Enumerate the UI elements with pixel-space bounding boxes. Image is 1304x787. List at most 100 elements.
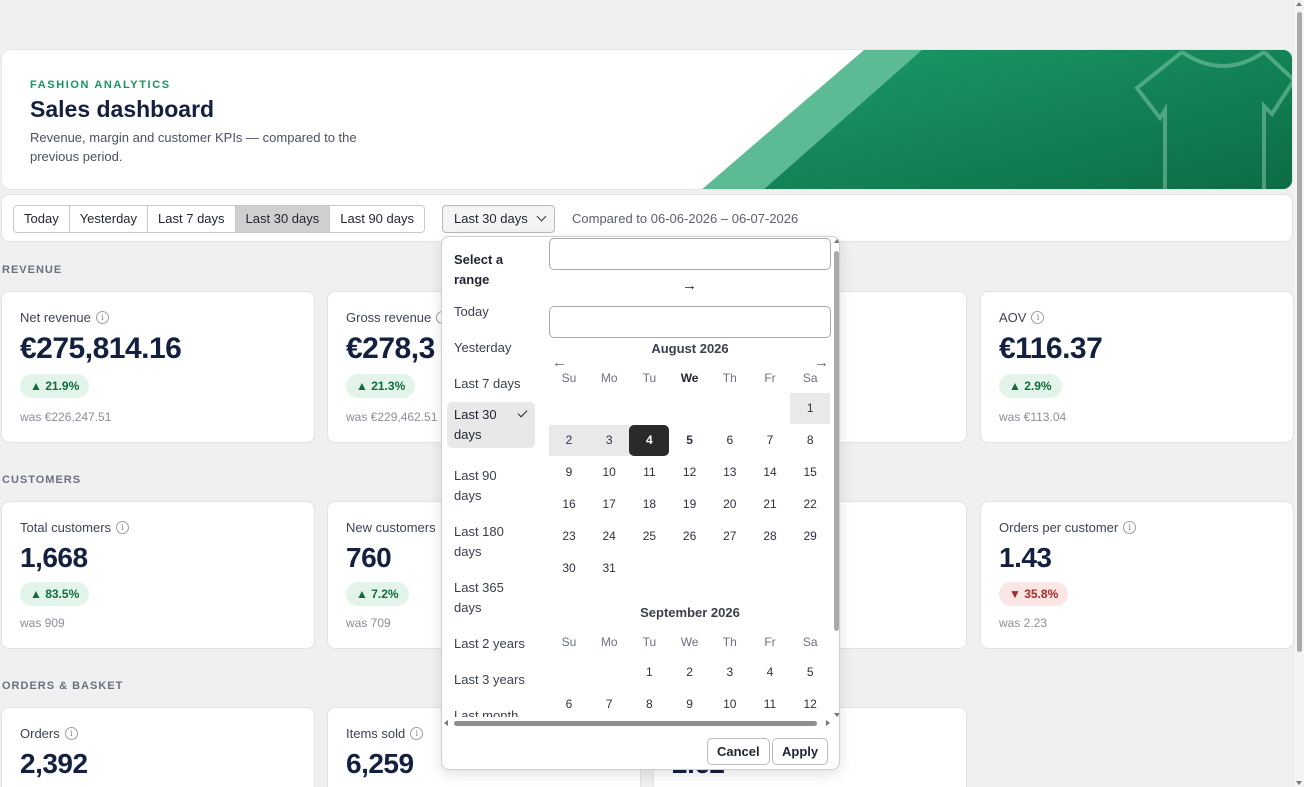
calendar-day[interactable]: 3 — [710, 657, 750, 688]
calendar-day[interactable]: 2 — [549, 425, 589, 456]
calendar-day[interactable]: 11 — [629, 457, 669, 488]
calendar-day[interactable]: 23 — [549, 521, 589, 552]
cancel-button[interactable]: Cancel — [707, 738, 770, 765]
scroll-up-arrow-icon[interactable] — [834, 239, 839, 243]
apply-button[interactable]: Apply — [772, 738, 829, 765]
calendar-day[interactable]: 10 — [710, 689, 750, 717]
page-scroll-thumb[interactable] — [1297, 12, 1302, 652]
preset-yesterday[interactable]: Yesterday — [447, 335, 535, 361]
calendar-day[interactable]: 7 — [589, 689, 629, 717]
calendar-day[interactable]: 1 — [790, 393, 831, 424]
kpi-title: New customers — [346, 520, 436, 535]
start-date-input[interactable] — [549, 238, 831, 270]
kpi-title: Orders — [20, 726, 60, 741]
calendar-day[interactable]: 2 — [670, 657, 710, 688]
popover-vertical-scrollbar[interactable] — [833, 239, 839, 717]
info-icon[interactable]: i — [116, 521, 130, 534]
preset-list: Select a range Today Yesterday Last 7 da… — [442, 237, 542, 717]
scroll-up-arrow-icon[interactable] — [1296, 2, 1302, 6]
calendar-day[interactable]: 20 — [710, 489, 750, 520]
range-dropdown[interactable]: Last 30 days — [442, 205, 555, 233]
calendar-day[interactable]: 8 — [790, 425, 830, 456]
calendar-day[interactable]: 21 — [750, 489, 790, 520]
calendar-day[interactable]: 26 — [670, 521, 710, 552]
popover-vscroll-thumb[interactable] — [834, 251, 839, 631]
section-label-orders: ORDERS & BASKET — [2, 680, 124, 692]
calendar-day[interactable]: 5 — [790, 657, 830, 688]
info-icon[interactable]: i — [1123, 521, 1137, 534]
scroll-down-arrow-icon[interactable] — [834, 713, 839, 717]
calendar-day[interactable]: 6 — [710, 425, 750, 456]
info-icon[interactable]: i — [64, 727, 78, 740]
calendar-day[interactable]: 15 — [790, 457, 830, 488]
weekday-header: Th — [722, 371, 737, 385]
calendar-day[interactable]: 6 — [549, 689, 589, 717]
kpi-card-orders-per-customer: Orders per customer i 1.43 ▼ 35.8% was 2.… — [980, 501, 1294, 649]
preset-last-180-days[interactable]: Last 180 days — [447, 519, 535, 565]
calendar-day[interactable]: 12 — [670, 457, 710, 488]
calendar-day[interactable]: 25 — [629, 521, 669, 552]
prev-month-arrow-icon[interactable]: ← — [552, 354, 567, 371]
calendar-day[interactable]: 29 — [790, 521, 830, 552]
range-option-today[interactable]: Today — [14, 206, 70, 232]
section-label-customers: CUSTOMERS — [2, 474, 82, 486]
kpi-card-net-revenue: Net revenue i €275,814.16 ▲ 21.9% was €22… — [1, 291, 315, 443]
preset-last-3-years[interactable]: Last 3 years — [447, 667, 535, 693]
range-option-last-90-days[interactable]: Last 90 days — [330, 206, 424, 232]
kpi-previous-value: was €229,462.51 — [346, 410, 438, 424]
popover-hscroll-thumb[interactable] — [454, 721, 817, 726]
calendar-day[interactable]: 3 — [589, 425, 630, 456]
calendar-day[interactable]: 1 — [629, 657, 669, 688]
kpi-previous-value: was €113.04 — [999, 410, 1067, 424]
calendar-day[interactable]: 28 — [750, 521, 790, 552]
calendar-day[interactable]: 12 — [790, 689, 830, 717]
range-option-last-7-days[interactable]: Last 7 days — [148, 206, 236, 232]
scroll-right-arrow-icon[interactable] — [826, 720, 830, 726]
weekday-header: Mo — [600, 371, 618, 385]
popover-horizontal-scrollbar[interactable] — [444, 719, 830, 727]
preset-last-30-days[interactable]: Last 30 days — [447, 402, 535, 448]
kpi-delta-badge: ▲ 2.9% — [999, 374, 1062, 398]
calendar-day[interactable]: 19 — [670, 489, 710, 520]
weekday-header: We — [680, 635, 699, 649]
preset-last-7-days[interactable]: Last 7 days — [447, 371, 535, 397]
calendar-day[interactable]: 14 — [750, 457, 790, 488]
calendar-day[interactable]: 27 — [710, 521, 750, 552]
calendar-day[interactable]: 4 — [629, 425, 670, 456]
weekday-header: Sa — [802, 635, 818, 649]
weekday-header: Mo — [600, 635, 618, 649]
calendar-day[interactable]: 11 — [750, 689, 790, 717]
calendar-day[interactable]: 30 — [549, 553, 589, 584]
info-icon[interactable]: i — [95, 311, 109, 324]
preset-last-90-days[interactable]: Last 90 days — [447, 463, 535, 509]
info-icon[interactable]: i — [410, 727, 424, 740]
preset-today[interactable]: Today — [447, 299, 535, 325]
weekday-header: Fr — [764, 635, 776, 649]
calendar-day[interactable]: 22 — [790, 489, 830, 520]
end-date-input[interactable] — [549, 306, 831, 338]
calendar-day[interactable]: 9 — [670, 689, 710, 717]
next-month-arrow-icon[interactable]: → — [814, 354, 829, 371]
calendar-day[interactable]: 18 — [629, 489, 669, 520]
page-scrollbar[interactable] — [1294, 0, 1304, 787]
calendar-day[interactable]: 8 — [629, 689, 669, 717]
calendar-day[interactable]: 5 — [670, 425, 710, 456]
calendar-day[interactable]: 7 — [750, 425, 790, 456]
calendar-day[interactable]: 9 — [549, 457, 589, 488]
calendar-day[interactable]: 17 — [589, 489, 629, 520]
calendar-day[interactable]: 13 — [710, 457, 750, 488]
calendar-day[interactable]: 10 — [589, 457, 629, 488]
scroll-left-arrow-icon[interactable] — [444, 720, 448, 726]
range-option-last-30-days[interactable]: Last 30 days — [235, 206, 331, 232]
scroll-down-arrow-icon[interactable] — [1296, 781, 1302, 785]
info-icon[interactable]: i — [1031, 311, 1045, 324]
preset-last-365-days[interactable]: Last 365 days — [447, 575, 535, 621]
range-option-yesterday[interactable]: Yesterday — [69, 206, 149, 232]
calendar-day[interactable]: 24 — [589, 521, 629, 552]
calendar-day[interactable]: 4 — [750, 657, 790, 688]
calendar-day[interactable]: 16 — [549, 489, 589, 520]
preset-last-month[interactable]: Last month — [447, 703, 535, 717]
calendar-day[interactable]: 31 — [589, 553, 629, 584]
range-dropdown-value: Last 30 days — [454, 211, 528, 226]
preset-last-2-years[interactable]: Last 2 years — [447, 631, 535, 657]
